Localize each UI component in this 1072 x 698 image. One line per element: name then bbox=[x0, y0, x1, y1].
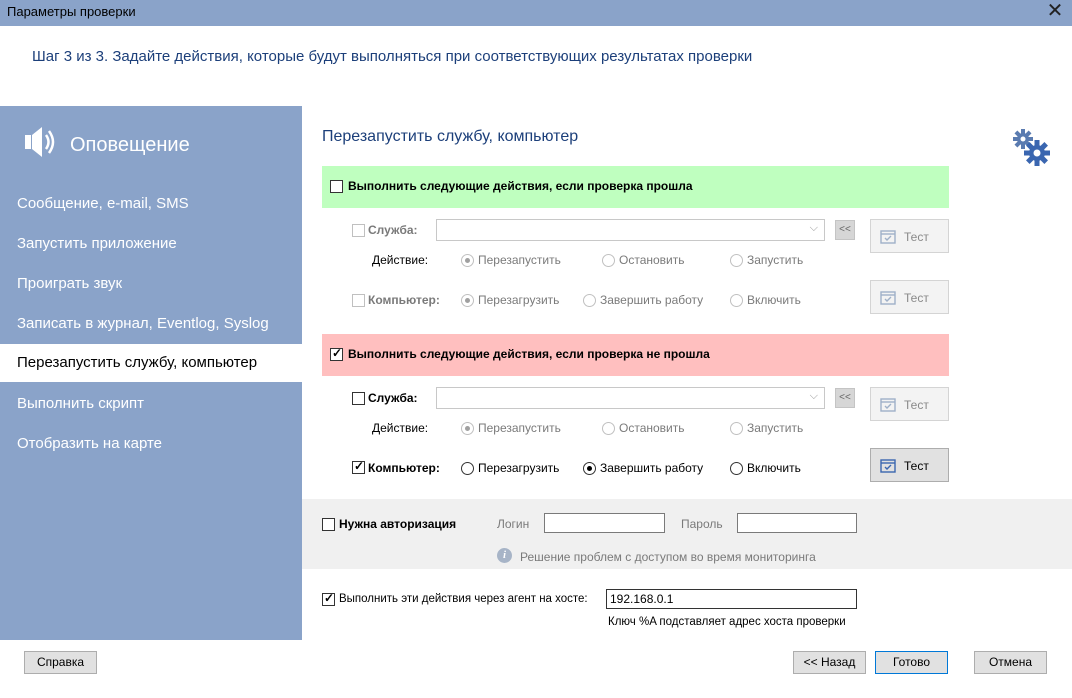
done-button[interactable]: Готово bbox=[875, 651, 948, 674]
failure-computer-label: Компьютер: bbox=[368, 461, 440, 475]
success-radio-start-label: Запустить bbox=[747, 253, 804, 267]
sidebar-item-message[interactable]: Сообщение, e-mail, SMS bbox=[0, 185, 302, 223]
success-radio-restart-label: Перезапустить bbox=[478, 253, 561, 267]
step-instruction: Шаг 3 из 3. Задайте действия, которые бу… bbox=[32, 48, 753, 65]
success-service-checkbox[interactable] bbox=[352, 224, 365, 237]
failure-checkbox[interactable]: ✓ bbox=[330, 346, 343, 361]
failure-radio-stop[interactable] bbox=[602, 422, 615, 435]
success-action-label: Действие: bbox=[372, 253, 429, 267]
sidebar-item-restart[interactable]: Перезапустить службу, компьютер bbox=[0, 344, 302, 382]
failure-radio-shutdown-label: Завершить работу bbox=[600, 461, 704, 475]
success-checkbox[interactable] bbox=[330, 180, 343, 193]
calendar-check-icon bbox=[880, 459, 896, 473]
failure-radio-reboot[interactable] bbox=[461, 462, 474, 475]
calendar-check-icon bbox=[880, 230, 896, 244]
failure-computer-checkbox[interactable]: ✓ bbox=[352, 459, 365, 474]
auth-checkbox[interactable] bbox=[322, 518, 335, 531]
test-button-label: Тест bbox=[904, 398, 929, 412]
failure-radio-poweron-label: Включить bbox=[747, 461, 801, 475]
chevron-down-icon: ⌵ bbox=[809, 390, 818, 402]
failure-action-label: Действие: bbox=[372, 421, 429, 435]
success-radio-restart[interactable] bbox=[461, 254, 474, 267]
password-input[interactable] bbox=[737, 513, 857, 533]
failure-checkbox-label: Выполнить следующие действия, если прове… bbox=[348, 347, 710, 361]
calendar-check-icon bbox=[880, 291, 896, 305]
sidebar-item-map[interactable]: Отобразить на карте bbox=[0, 425, 302, 463]
success-computer-test-button[interactable]: Тест bbox=[870, 280, 949, 314]
success-service-label: Служба: bbox=[368, 223, 418, 237]
sidebar-item-script[interactable]: Выполнить скрипт bbox=[0, 385, 302, 423]
auth-help-link[interactable]: Решение проблем с доступом во время мони… bbox=[520, 550, 816, 564]
back-button[interactable]: << Назад bbox=[793, 651, 866, 674]
agent-host-input[interactable]: 192.168.0.1 bbox=[606, 589, 857, 609]
success-radio-stop[interactable] bbox=[602, 254, 615, 267]
success-service-test-button[interactable]: Тест bbox=[870, 219, 949, 253]
cancel-button[interactable]: Отмена bbox=[974, 651, 1047, 674]
success-radio-stop-label: Остановить bbox=[619, 253, 685, 267]
sidebar-item-write-log[interactable]: Записать в журнал, Eventlog, Syslog bbox=[0, 305, 302, 343]
agent-checkbox[interactable]: ✓ bbox=[322, 591, 335, 606]
failure-radio-restart-label: Перезапустить bbox=[478, 421, 561, 435]
failure-service-select[interactable]: ⌵ bbox=[436, 387, 825, 409]
agent-hint: Ключ %A подставляет адрес хоста проверки bbox=[608, 616, 846, 628]
test-button-label: Тест bbox=[904, 459, 929, 473]
failure-service-label: Служба: bbox=[368, 391, 418, 405]
success-service-browse-button[interactable]: << bbox=[835, 220, 855, 240]
failure-radio-reboot-label: Перезагрузить bbox=[478, 461, 560, 475]
success-radio-reboot-label: Перезагрузить bbox=[478, 293, 560, 307]
sidebar-item-play-sound[interactable]: Проиграть звук bbox=[0, 265, 302, 303]
gears-icon bbox=[1013, 129, 1050, 166]
close-icon[interactable]: ✕ bbox=[1040, 0, 1070, 25]
test-button-label: Тест bbox=[904, 230, 929, 244]
failure-radio-poweron[interactable] bbox=[730, 462, 743, 475]
auth-checkbox-label: Нужна авторизация bbox=[339, 517, 457, 531]
failure-radio-shutdown[interactable] bbox=[583, 462, 596, 475]
failure-service-test-button[interactable]: Тест bbox=[870, 387, 949, 421]
success-radio-shutdown[interactable] bbox=[583, 294, 596, 307]
success-checkbox-label: Выполнить следующие действия, если прове… bbox=[348, 179, 693, 193]
success-radio-poweron-label: Включить bbox=[747, 293, 801, 307]
success-radio-shutdown-label: Завершить работу bbox=[600, 293, 704, 307]
calendar-check-icon bbox=[880, 398, 896, 412]
success-computer-label: Компьютер: bbox=[368, 293, 440, 307]
success-radio-poweron[interactable] bbox=[730, 294, 743, 307]
info-icon: i bbox=[497, 548, 512, 563]
test-button-label: Тест bbox=[904, 291, 929, 305]
password-label: Пароль bbox=[681, 517, 723, 531]
section-title: Перезапустить службу, компьютер bbox=[322, 128, 579, 145]
window-title: Параметры проверки bbox=[7, 4, 136, 19]
title-bar: Параметры проверки ✕ bbox=[0, 0, 1072, 26]
success-radio-reboot[interactable] bbox=[461, 294, 474, 307]
sidebar-item-run-app[interactable]: Запустить приложение bbox=[0, 225, 302, 263]
success-service-select[interactable]: ⌵ bbox=[436, 219, 825, 241]
failure-service-browse-button[interactable]: << bbox=[835, 388, 855, 408]
failure-radio-start-label: Запустить bbox=[747, 421, 804, 435]
failure-radio-start[interactable] bbox=[730, 422, 743, 435]
login-label: Логин bbox=[497, 517, 530, 531]
failure-service-checkbox[interactable] bbox=[352, 392, 365, 405]
failure-computer-test-button[interactable]: Тест bbox=[870, 448, 949, 482]
chevron-down-icon: ⌵ bbox=[809, 222, 818, 234]
failure-radio-restart[interactable] bbox=[461, 422, 474, 435]
login-input[interactable] bbox=[544, 513, 665, 533]
agent-checkbox-label: Выполнить эти действия через агент на хо… bbox=[339, 593, 588, 605]
speaker-icon bbox=[25, 127, 55, 157]
sidebar-header-label: Оповещение bbox=[70, 134, 190, 156]
help-button[interactable]: Справка bbox=[24, 651, 97, 674]
failure-radio-stop-label: Остановить bbox=[619, 421, 685, 435]
success-computer-checkbox[interactable] bbox=[352, 294, 365, 307]
success-radio-start[interactable] bbox=[730, 254, 743, 267]
